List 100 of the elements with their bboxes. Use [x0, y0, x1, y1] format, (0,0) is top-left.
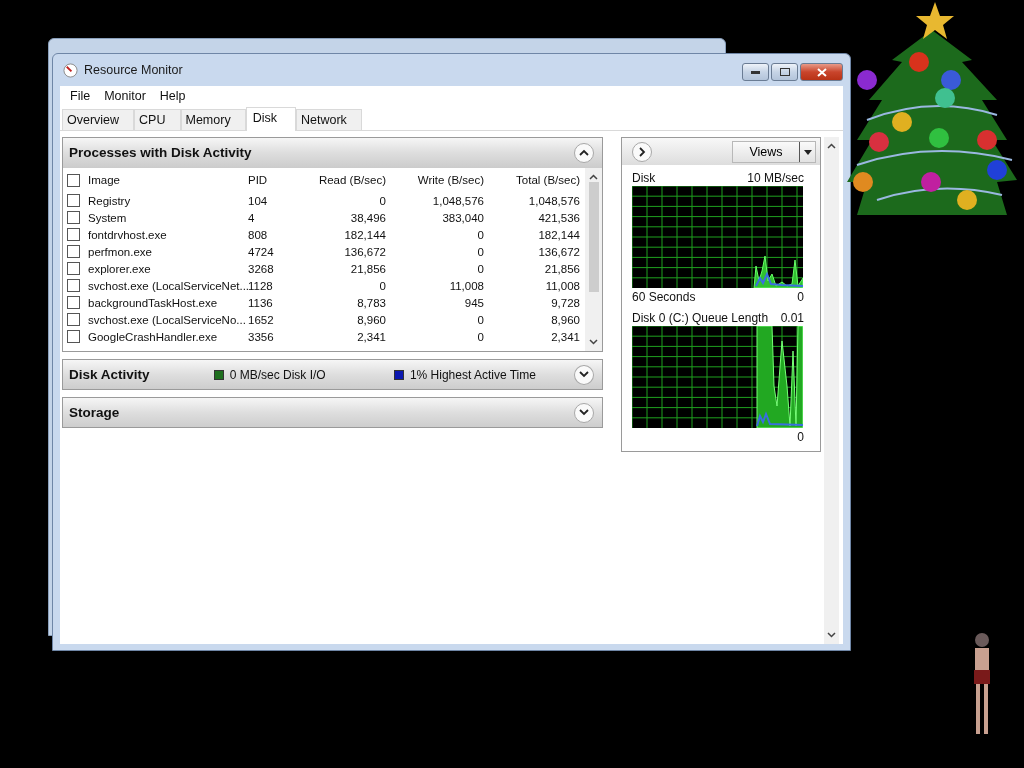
checkbox[interactable] — [67, 173, 80, 187]
tab[interactable]: Network — [295, 109, 362, 130]
table-cell-text: 11,008 — [448, 279, 485, 292]
column-header[interactable]: PID — [244, 174, 292, 186]
checkbox[interactable] — [67, 279, 80, 292]
expand-button[interactable] — [574, 402, 594, 423]
table-cell-text: System — [87, 211, 128, 224]
checkbox[interactable] — [67, 313, 80, 326]
table-cell-text: 808 — [247, 228, 269, 241]
graph-time-label: 60 Seconds — [632, 289, 696, 304]
table-cell-text: 11,008 — [544, 279, 581, 292]
checkbox[interactable] — [67, 194, 80, 207]
table-cell-text: 0 — [476, 313, 485, 326]
table-cell-text: 2,341 — [356, 330, 387, 343]
legend-label: 1% Highest Active Time — [409, 367, 536, 382]
table-cell-text: 21,856 — [349, 262, 387, 275]
table-cell-text: 0 — [476, 330, 485, 343]
table-cell-text: 0 — [476, 228, 485, 241]
checkbox[interactable] — [67, 245, 80, 258]
table-cell-text: 8,960 — [550, 313, 581, 326]
checkbox[interactable] — [67, 330, 80, 343]
table-cell-text: 0 — [476, 245, 485, 258]
table-cell-text: 136,672 — [343, 245, 387, 258]
graph-title: Disk 0 (C:) Queue Length — [632, 310, 769, 325]
collapse-button[interactable] — [574, 142, 594, 163]
checkbox[interactable] — [67, 211, 80, 224]
graph-min-label: 0 — [797, 429, 804, 444]
maximize-icon — [779, 68, 790, 76]
table-cell-text: 21,856 — [543, 262, 581, 275]
table-cell-text: 1,048,576 — [431, 194, 485, 207]
expand-panel-button[interactable] — [632, 141, 652, 162]
table-cell-text: 4724 — [247, 245, 275, 258]
table-cell-text: 8,783 — [356, 296, 387, 309]
minimize-button[interactable] — [742, 63, 769, 81]
maximize-button[interactable] — [771, 63, 798, 81]
table-cell-text: 383,040 — [441, 211, 485, 224]
expand-button[interactable] — [574, 364, 594, 385]
close-button[interactable] — [800, 63, 843, 81]
column-header[interactable]: Image — [84, 174, 124, 186]
graph-max-label: 10 MB/sec — [747, 170, 804, 185]
column-header[interactable]: Write (B/sec) — [390, 174, 488, 186]
table-cell-text: 136,672 — [537, 245, 581, 258]
scrollbar[interactable] — [585, 168, 602, 351]
menu-item[interactable]: File — [63, 88, 98, 103]
table-cell-text: 2,341 — [550, 330, 581, 343]
table-cell-text: svchost.exe (LocalServiceNo... — [87, 313, 247, 326]
scroll-up-icon — [589, 174, 598, 180]
table-cell-text: 1136 — [247, 296, 274, 309]
menu-item[interactable]: Monitor — [97, 88, 153, 103]
tab[interactable]: Memory — [180, 109, 246, 130]
section-title: Processes with Disk Activity — [69, 145, 252, 160]
chevron-down-icon — [579, 409, 589, 416]
table-cell-text: GoogleCrashHandler.exe — [87, 330, 219, 343]
scrollbar[interactable] — [824, 137, 839, 644]
table-cell-text: 182,144 — [343, 228, 387, 241]
scroll-down-icon — [589, 339, 598, 345]
section-title: Storage — [69, 405, 121, 420]
graph-max-label: 0.01 — [780, 310, 804, 325]
gauge-icon — [63, 62, 78, 78]
table-cell-text: backgroundTaskHost.exe — [87, 296, 219, 309]
graph-title: Disk — [632, 170, 656, 185]
section-title: Disk Activity — [69, 367, 151, 382]
chevron-down-icon — [579, 371, 590, 378]
table-cell-text: explorer.exe — [87, 262, 152, 275]
scroll-up-icon — [827, 143, 836, 149]
column-header[interactable]: Read (B/sec) — [292, 174, 390, 186]
close-icon — [816, 67, 827, 77]
table-cell-text: 104 — [247, 194, 269, 207]
table-cell-text: 38,496 — [349, 211, 387, 224]
table-cell-text: perfmon.exe — [87, 245, 153, 258]
table-cell-text: 945 — [463, 296, 485, 309]
table-cell-text: 3268 — [247, 262, 275, 275]
scroll-down-icon — [827, 632, 836, 638]
chevron-right-icon — [638, 146, 646, 157]
checkbox[interactable] — [67, 228, 80, 241]
table-cell-text: 0 — [378, 279, 387, 292]
table-cell-text: 4 — [247, 211, 256, 224]
tab[interactable]: Disk — [245, 107, 296, 131]
table-cell-text: Registry — [87, 194, 132, 207]
table-cell-text: 0 — [378, 194, 387, 207]
table-cell-text: fontdrvhost.exe — [87, 228, 168, 241]
legend-label: 0 MB/sec Disk I/O — [229, 367, 326, 382]
dropdown-icon — [799, 141, 815, 162]
tab[interactable]: CPU — [134, 109, 181, 130]
table-cell-text: 0 — [476, 262, 485, 275]
menu-item[interactable]: Help — [152, 88, 193, 103]
checkbox[interactable] — [67, 296, 80, 309]
graph-min-label: 0 — [797, 289, 804, 304]
table-cell-text: 3356 — [247, 330, 275, 343]
column-header[interactable]: Total (B/sec) — [488, 174, 584, 186]
chevron-up-icon — [579, 149, 589, 156]
table-cell-text: 8,960 — [356, 313, 387, 326]
minimize-icon — [751, 70, 760, 74]
tab[interactable]: Overview — [62, 109, 135, 130]
table-cell-text: 1652 — [247, 313, 275, 326]
views-button[interactable]: Views — [732, 140, 816, 163]
table-cell-text: 421,536 — [537, 211, 581, 224]
table-cell-text: 9,728 — [550, 296, 581, 309]
table-cell-text: 1,048,576 — [527, 194, 581, 207]
checkbox[interactable] — [67, 262, 80, 275]
